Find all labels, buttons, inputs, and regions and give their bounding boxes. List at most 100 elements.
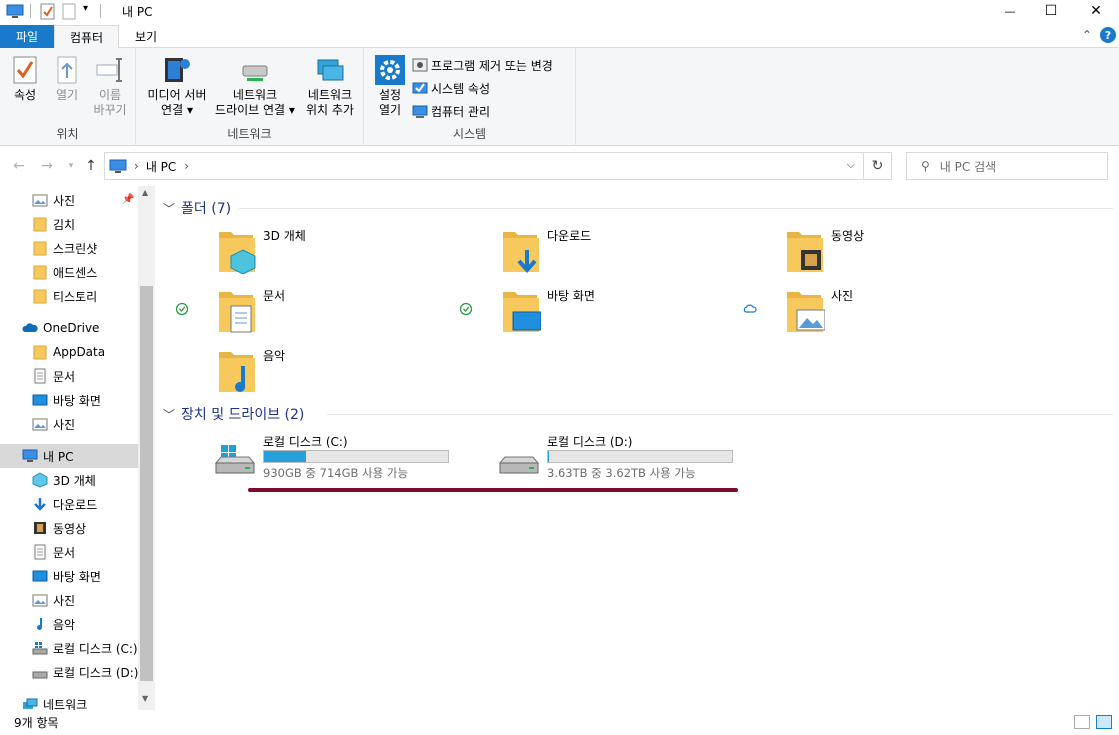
address-bar[interactable]: › 내 PC › ⌵ [104, 152, 864, 180]
collapse-ribbon-icon[interactable]: ⌃ [1082, 28, 1092, 42]
uninstall-program-button[interactable]: 프로그램 제거 또는 변경 [412, 55, 553, 75]
sidebar-item-label: 바탕 화면 [53, 393, 101, 408]
sidebar-item-label: 사진 [53, 193, 76, 208]
breadcrumb-chevron-icon[interactable]: › [134, 159, 139, 173]
up-button[interactable]: ↑ [82, 157, 100, 175]
address-history-chevron-down-icon[interactable]: ⌵ [847, 158, 855, 172]
drive-usage-fill [264, 451, 307, 462]
separator [30, 4, 31, 18]
doc-icon [34, 368, 46, 384]
folder-tile[interactable]: 바탕 화면 [439, 284, 719, 340]
breadcrumb-chevron-icon[interactable]: › [184, 159, 189, 173]
sidebar-item-label: 3D 개체 [53, 473, 96, 488]
sidebar-item-onedrive-0[interactable]: AppData [0, 340, 138, 364]
scroll-down-icon[interactable]: ▼ [142, 694, 148, 703]
sidebar-item-this-pc-8[interactable]: 로컬 디스크 (D:) [0, 660, 138, 684]
folder-icon [33, 345, 47, 360]
tab-computer[interactable]: 컴퓨터 [54, 25, 119, 49]
drive-free-space: 930GB 중 714GB 사용 가능 [263, 466, 409, 480]
folder-tile[interactable]: 문서 [155, 284, 435, 340]
sidebar-item-label: 티스토리 [53, 289, 98, 304]
breadcrumb-this-pc[interactable]: 내 PC [146, 158, 176, 175]
sidebar-item-this-pc-7[interactable]: 로컬 디스크 (C:) [0, 636, 138, 660]
folder-tile[interactable]: 음악 [155, 344, 435, 400]
sidebar-item-this-pc-0[interactable]: 3D 개체 [0, 468, 138, 492]
folder-name: 사진 [831, 289, 854, 303]
recent-locations-chevron-down-icon[interactable]: ▾ [62, 157, 80, 175]
maximize-button[interactable]: ☐ [1028, 0, 1074, 22]
pic-icon [32, 418, 48, 431]
system-properties-icon [412, 82, 428, 94]
refresh-button[interactable]: ↻ [864, 152, 892, 180]
drive-tile[interactable]: 로컬 디스크 (C:) 930GB 중 714GB 사용 가능 [213, 431, 483, 487]
sidebar-item-onedrive-2[interactable]: 바탕 화면 [0, 388, 138, 412]
pc-icon [22, 449, 38, 462]
sidebar-item-this-pc-6[interactable]: 음악 [0, 612, 138, 636]
sidebar-item-label: 동영상 [53, 521, 87, 536]
sidebar-item-onedrive-1[interactable]: 문서 [0, 364, 138, 388]
sidebar-item-label: 다운로드 [53, 497, 98, 512]
sidebar-item-quick-0[interactable]: 사진 [0, 188, 138, 212]
sidebar-item-this-pc-5[interactable]: 사진 [0, 588, 138, 612]
folder-tile[interactable]: 3D 개체 [155, 224, 435, 280]
computer-management-button[interactable]: 컴퓨터 관리 [412, 101, 490, 121]
desk-icon [32, 570, 48, 582]
open-button[interactable]: 열기 [50, 54, 84, 103]
minimize-button[interactable]: — [987, 0, 1033, 22]
network-group: 미디어 서버 연결 ▾ 네트워크 드라이브 연결 ▾ 네트워크 위치 추가 네트… [136, 48, 364, 146]
media-server-button[interactable]: 미디어 서버 연결 ▾ [142, 54, 212, 118]
add-network-location-button[interactable]: 네트워크 위치 추가 [300, 54, 360, 118]
folder-tile[interactable]: 다운로드 [439, 224, 719, 280]
folder-icon [787, 232, 823, 272]
rename-button[interactable]: 이름 바꾸기 [90, 54, 130, 118]
network-location-icon [317, 59, 344, 81]
sidebar-item-label: 사진 [53, 417, 76, 432]
sidebar-item-onedrive[interactable]: OneDrive [0, 316, 138, 340]
sidebar-item-network[interactable]: 네트워크 [0, 692, 138, 710]
down-icon [34, 498, 46, 511]
scrollbar-thumb[interactable] [140, 286, 153, 681]
scroll-up-icon[interactable]: ▲ [142, 188, 148, 197]
drive-name: 로컬 디스크 (D:) [547, 435, 633, 449]
drive-tile[interactable]: 로컬 디스크 (D:) 3.63TB 중 3.62TB 사용 가능 [497, 431, 767, 487]
tab-file[interactable]: 파일 [0, 25, 54, 48]
sidebar-item-quick-1[interactable]: 김치 [0, 212, 138, 236]
sidebar-item-this-pc-4[interactable]: 바탕 화면 [0, 564, 138, 588]
drives-section-header[interactable]: ﹀ 장치 및 드라이브 (2) [163, 404, 304, 424]
sidebar-item-label: 바탕 화면 [53, 569, 101, 584]
back-button[interactable]: ← [10, 157, 28, 175]
close-button[interactable]: ✕ [1073, 0, 1119, 22]
help-icon[interactable]: ? [1100, 27, 1116, 43]
new-folder-quick-icon[interactable] [62, 2, 76, 20]
map-network-drive-button[interactable]: 네트워크 드라이브 연결 ▾ [212, 54, 298, 118]
sidebar-item-quick-4[interactable]: 티스토리 [0, 284, 138, 308]
folder-tile[interactable]: 동영상 [723, 224, 1003, 280]
drive-usage-bar [547, 450, 733, 463]
sidebar-item-quick-3[interactable]: 애드센스 [0, 260, 138, 284]
properties-button[interactable]: 속성 [8, 54, 42, 103]
sidebar-item-this-pc-3[interactable]: 문서 [0, 540, 138, 564]
system-properties-button[interactable]: 시스템 속성 [412, 78, 490, 98]
sidebar-item-label: 애드센스 [53, 265, 98, 280]
sidebar-item-this-pc-1[interactable]: 다운로드 [0, 492, 138, 516]
properties-quick-icon[interactable] [40, 2, 56, 20]
sidebar-item-quick-2[interactable]: 스크린샷 [0, 236, 138, 260]
details-view-icon[interactable] [1074, 715, 1090, 729]
sidebar-item-onedrive-3[interactable]: 사진 [0, 412, 138, 436]
sidebar-item-this-pc[interactable]: 내 PC [0, 444, 138, 468]
tab-view[interactable]: 보기 [119, 25, 173, 48]
title-bar: ▾ 내 PC — ☐ ✕ [0, 0, 1119, 22]
forward-button[interactable]: → [38, 157, 56, 175]
search-input[interactable]: ⚲ 내 PC 검색 [906, 152, 1108, 180]
window-title: 내 PC [122, 5, 153, 19]
separator [100, 4, 101, 18]
folder-tile[interactable]: 사진 [723, 284, 1003, 340]
customize-quick-access-icon[interactable]: ▾ [83, 3, 88, 21]
section-divider [239, 208, 1113, 209]
folder-name: 음악 [263, 349, 286, 363]
sidebar-scrollbar[interactable]: ▲ ▼ [138, 186, 155, 710]
open-settings-button[interactable]: 설정 열기 [372, 54, 408, 118]
sidebar-item-this-pc-2[interactable]: 동영상 [0, 516, 138, 540]
large-icons-view-icon[interactable] [1096, 715, 1112, 729]
folders-section-header[interactable]: ﹀ 폴더 (7) [163, 198, 231, 218]
